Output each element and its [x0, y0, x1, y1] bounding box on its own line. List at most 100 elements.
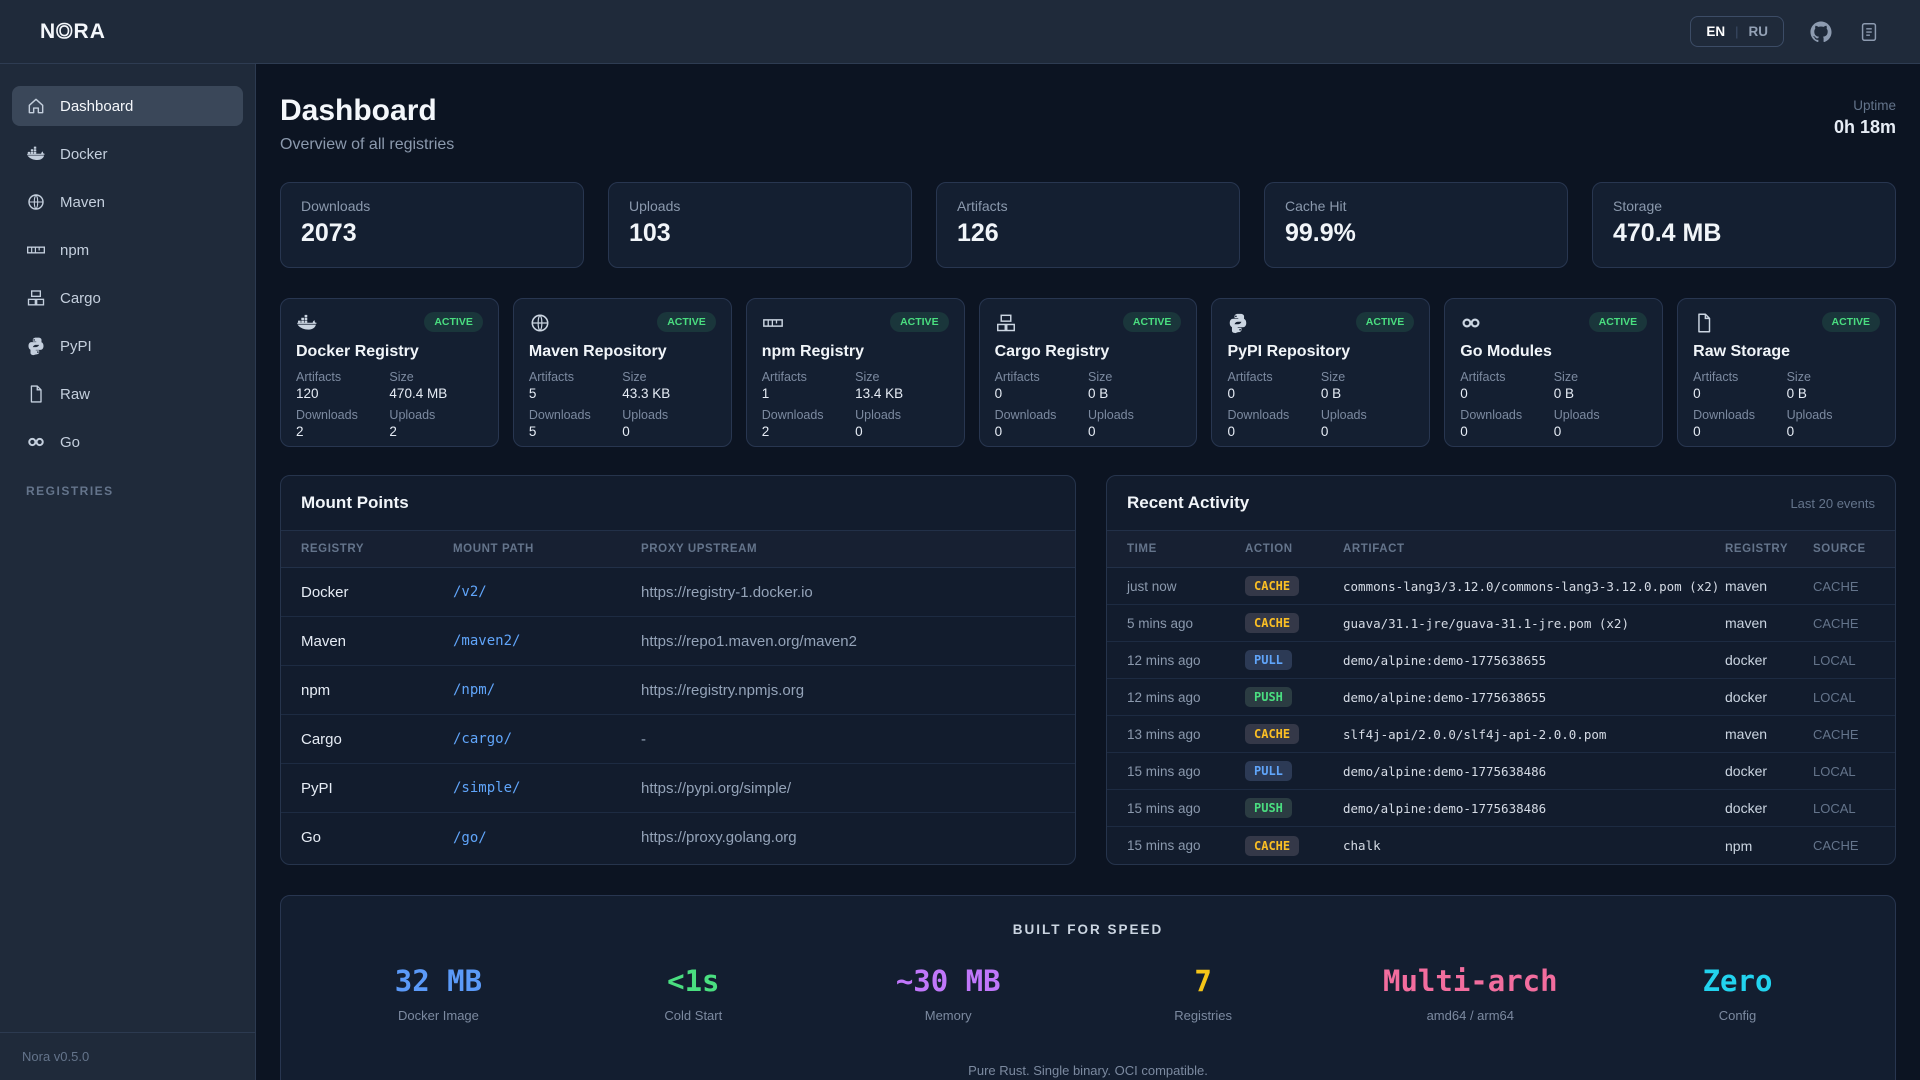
sidebar-item-label: Cargo [60, 290, 101, 307]
mount-point-row: PyPI /simple/ https://pypi.org/simple/ [281, 764, 1075, 813]
activity-row: just now CACHE commons-lang3/3.12.0/comm… [1107, 568, 1895, 605]
activity-source: CACHE [1813, 616, 1875, 631]
page-subtitle: Overview of all registries [280, 136, 454, 154]
mount-registry: Cargo [301, 731, 453, 748]
artifacts-label: Artifacts [296, 370, 389, 384]
sidebar-item-raw[interactable]: Raw [12, 374, 243, 414]
size-label: Size [1321, 370, 1414, 384]
status-badge: ACTIVE [657, 312, 716, 332]
size-label: Size [1554, 370, 1647, 384]
sidebar-item-go[interactable]: Go [12, 422, 243, 462]
status-badge: ACTIVE [1356, 312, 1415, 332]
stat-value: 126 [957, 219, 1219, 248]
size-label: Size [1787, 370, 1880, 384]
speed-stat-label: Docker Image [363, 1008, 513, 1023]
logo[interactable]: NORA [40, 20, 106, 44]
activity-artifact: slf4j-api/2.0.0/slf4j-api-2.0.0.pom [1343, 727, 1725, 742]
go-icon [1460, 312, 1482, 334]
language-toggle: EN | RU [1690, 16, 1784, 47]
mount-upstream: https://repo1.maven.org/maven2 [641, 633, 1055, 650]
col-proxy-upstream: PROXY UPSTREAM [641, 543, 1055, 555]
status-badge: ACTIVE [424, 312, 483, 332]
mount-points-panel: Mount Points REGISTRY MOUNT PATH PROXY U… [280, 475, 1076, 865]
uploads-value: 0 [1554, 424, 1647, 439]
sidebar-item-pypi[interactable]: PyPI [12, 326, 243, 366]
stat-card: Uploads 103 [608, 182, 912, 268]
uploads-value: 0 [622, 424, 715, 439]
mount-path-link[interactable]: /maven2/ [453, 633, 641, 649]
stat-label: Uploads [629, 198, 891, 214]
sidebar-item-cargo[interactable]: Cargo [12, 278, 243, 318]
speed-stat-label: Cold Start [618, 1008, 768, 1023]
action-badge: CACHE [1245, 576, 1299, 596]
mount-path-link[interactable]: /cargo/ [453, 731, 641, 747]
col-action: ACTION [1245, 543, 1343, 555]
artifacts-value: 0 [1693, 386, 1786, 401]
globe-icon [26, 192, 46, 212]
mount-point-row: npm /npm/ https://registry.npmjs.org [281, 666, 1075, 715]
artifacts-label: Artifacts [995, 370, 1088, 384]
activity-time: just now [1127, 579, 1245, 594]
status-badge: ACTIVE [890, 312, 949, 332]
mount-registry: Docker [301, 584, 453, 601]
stat-card: Artifacts 126 [936, 182, 1240, 268]
stat-value: 2073 [301, 219, 563, 248]
activity-artifact: demo/alpine:demo-1775638655 [1343, 690, 1725, 705]
mount-path-link[interactable]: /go/ [453, 830, 641, 846]
col-time: TIME [1127, 543, 1245, 555]
sidebar-item-label: npm [60, 242, 89, 259]
registry-card-title: Go Modules [1460, 343, 1647, 361]
built-for-speed-panel: BUILT FOR SPEED 32 MB Docker Image <1s C… [280, 895, 1896, 1080]
sidebar-item-npm[interactable]: npm [12, 230, 243, 270]
lang-ru-button[interactable]: RU [1749, 24, 1769, 39]
activity-registry: maven [1725, 615, 1813, 631]
activity-time: 12 mins ago [1127, 690, 1245, 705]
size-label: Size [389, 370, 482, 384]
speed-stat-value: Zero [1663, 964, 1813, 998]
activity-registry: npm [1725, 838, 1813, 854]
registry-card-title: Maven Repository [529, 343, 716, 361]
downloads-value: 0 [1460, 424, 1553, 439]
uptime-value: 0h 18m [1834, 117, 1896, 138]
sidebar-item-dashboard[interactable]: Dashboard [12, 86, 243, 126]
activity-registry: docker [1725, 689, 1813, 705]
size-value: 0 B [1321, 386, 1414, 401]
stat-value: 99.9% [1285, 219, 1547, 248]
uploads-value: 0 [1787, 424, 1880, 439]
artifacts-label: Artifacts [1693, 370, 1786, 384]
uptime: Uptime 0h 18m [1834, 98, 1896, 138]
activity-time: 12 mins ago [1127, 653, 1245, 668]
mount-path-link[interactable]: /npm/ [453, 682, 641, 698]
speed-stat: 32 MB Docker Image [363, 964, 513, 1023]
lang-en-button[interactable]: EN [1706, 24, 1725, 39]
activity-row: 12 mins ago PUSH demo/alpine:demo-177563… [1107, 679, 1895, 716]
mount-registry: Go [301, 829, 453, 846]
activity-source: LOCAL [1813, 690, 1875, 705]
mount-upstream: https://registry-1.docker.io [641, 584, 1055, 601]
docker-icon [26, 144, 46, 164]
downloads-label: Downloads [296, 408, 389, 422]
downloads-label: Downloads [1227, 408, 1320, 422]
app-header: NORA EN | RU [0, 0, 1920, 64]
uploads-label: Uploads [855, 408, 948, 422]
github-icon[interactable] [1810, 21, 1832, 43]
downloads-value: 0 [995, 424, 1088, 439]
size-label: Size [855, 370, 948, 384]
docs-icon[interactable] [1858, 21, 1880, 43]
sidebar-item-label: PyPI [60, 338, 92, 355]
speed-stat: ~30 MB Memory [873, 964, 1023, 1023]
activity-time: 15 mins ago [1127, 764, 1245, 779]
sidebar-item-label: Raw [60, 386, 90, 403]
registry-card: ACTIVE npm Registry Artifacts 1 Size 13.… [746, 298, 965, 447]
mount-path-link[interactable]: /simple/ [453, 780, 641, 796]
stat-card: Downloads 2073 [280, 182, 584, 268]
sidebar-item-maven[interactable]: Maven [12, 182, 243, 222]
mount-path-link[interactable]: /v2/ [453, 584, 641, 600]
col-mount-path: MOUNT PATH [453, 543, 641, 555]
activity-source: LOCAL [1813, 801, 1875, 816]
uploads-value: 2 [389, 424, 482, 439]
stat-label: Cache Hit [1285, 198, 1547, 214]
downloads-value: 2 [296, 424, 389, 439]
activity-source: CACHE [1813, 838, 1875, 853]
sidebar-item-docker[interactable]: Docker [12, 134, 243, 174]
